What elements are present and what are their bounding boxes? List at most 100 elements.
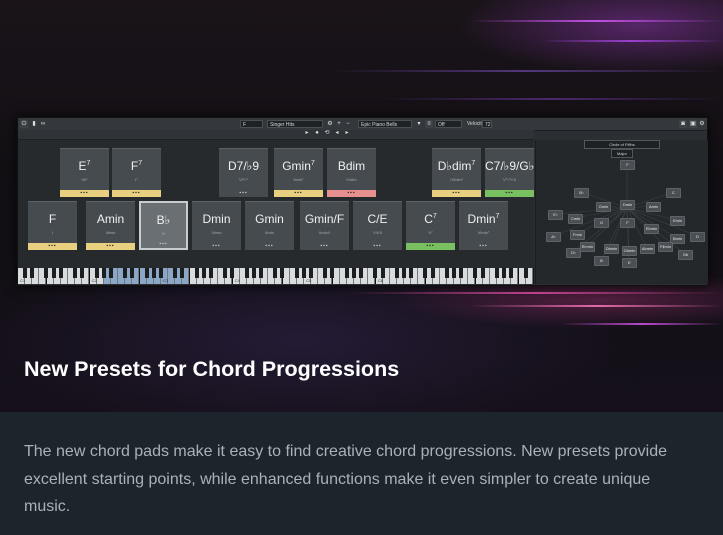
circle-chord-node[interactable]: B♭min	[580, 242, 595, 252]
circle-chord-node[interactable]: Cmin	[568, 214, 583, 224]
chord-pad[interactable]: B♭ IV ▪▪▪	[139, 201, 188, 250]
black-key[interactable]	[273, 268, 278, 278]
black-key[interactable]	[94, 268, 99, 278]
black-key[interactable]	[380, 268, 385, 278]
circle-chord-node[interactable]: B♭	[574, 188, 589, 198]
black-key[interactable]	[58, 268, 63, 278]
circle-chord-node[interactable]: E	[622, 258, 637, 268]
chord-pad[interactable]: C/E V/VII ▪▪▪	[353, 201, 402, 250]
dropdown-icon[interactable]: ▾	[415, 120, 423, 128]
gear-icon[interactable]: ⚙	[698, 120, 706, 128]
arrow-right-icon[interactable]: ▸	[343, 130, 351, 137]
circle-chord-node[interactable]: F	[620, 160, 635, 170]
black-key[interactable]	[430, 268, 435, 278]
chord-pad[interactable]: C7 V⁷ ▪▪▪	[406, 201, 455, 250]
minus-icon[interactable]: −	[344, 120, 352, 128]
black-key[interactable]	[173, 268, 178, 278]
camera-icon[interactable]: ◙	[679, 120, 687, 128]
black-key[interactable]	[244, 268, 249, 278]
black-key[interactable]	[359, 268, 364, 278]
chord-pad[interactable]: Gmin/F IImin/I ▪▪▪	[300, 201, 349, 250]
circle-chord-node[interactable]: A♭	[546, 232, 561, 242]
black-key[interactable]	[80, 268, 85, 278]
circle-chord-node[interactable]: Gmin	[596, 202, 611, 212]
circle-chord-node[interactable]: B	[594, 256, 609, 266]
settings-icon[interactable]: ⚙	[326, 120, 334, 128]
circle-chord-node[interactable]: Fmin	[570, 230, 585, 240]
black-key[interactable]	[351, 268, 356, 278]
black-key[interactable]	[423, 268, 428, 278]
bars-icon[interactable]: ▮	[30, 120, 38, 128]
preset-select[interactable]: Singer Hits	[267, 120, 323, 128]
circle-chord-node[interactable]: G	[594, 218, 609, 228]
black-key[interactable]	[373, 268, 378, 278]
black-key[interactable]	[323, 268, 328, 278]
black-key[interactable]	[123, 268, 128, 278]
chord-pad[interactable]: F I ▪▪▪	[28, 201, 77, 250]
power-icon[interactable]: ⏻	[20, 120, 28, 128]
circle-chord-node[interactable]: D	[690, 232, 705, 242]
circle-chord-node[interactable]: Dmin	[620, 200, 635, 210]
black-key[interactable]	[330, 268, 335, 278]
circle-chord-node[interactable]: Ebmin	[644, 224, 659, 234]
chord-pad[interactable]: Bdim IVdim ▪▪▪	[327, 148, 376, 197]
chord-pad[interactable]: E7 VII⁷ ▪▪▪	[60, 148, 109, 197]
black-key[interactable]	[294, 268, 299, 278]
chord-pad[interactable]: D7/♭9 VI⁷♭⁹ ▪▪▪	[219, 148, 268, 197]
chord-pad[interactable]: Gmin IImin ▪▪▪	[245, 201, 294, 250]
black-key[interactable]	[130, 268, 135, 278]
black-key[interactable]	[473, 268, 478, 278]
circle-chord-node[interactable]: Abmin	[640, 244, 655, 254]
circle-chord-node[interactable]: F♯min	[658, 242, 673, 252]
black-key[interactable]	[401, 268, 406, 278]
black-key[interactable]	[452, 268, 456, 278]
black-key[interactable]	[258, 268, 263, 278]
black-key[interactable]	[523, 268, 528, 278]
chord-pad[interactable]: Gmin7 IImin⁷ ▪▪▪	[274, 148, 323, 197]
black-key[interactable]	[409, 268, 414, 278]
black-key[interactable]	[23, 268, 27, 278]
chord-pad[interactable]: D♭dim7 ♭VIdim⁷ ▪▪▪	[432, 148, 481, 197]
adaptive-select[interactable]: Off	[435, 120, 462, 128]
black-key[interactable]	[394, 268, 399, 278]
black-key[interactable]	[280, 268, 285, 278]
black-key[interactable]	[51, 268, 56, 278]
black-key[interactable]	[502, 268, 507, 278]
black-key[interactable]	[158, 268, 163, 278]
plus-icon[interactable]: +	[335, 120, 343, 128]
record-icon[interactable]: ●	[313, 130, 321, 137]
black-key[interactable]	[459, 268, 464, 278]
chord-pad[interactable]: Dmin VImin ▪▪▪	[192, 201, 241, 250]
instrument-select[interactable]: Epic Piano Bells	[358, 120, 412, 128]
chord-pad[interactable]: F7 I⁷ ▪▪▪	[112, 148, 161, 197]
circle-chord-node[interactable]: Emin	[670, 216, 685, 226]
black-key[interactable]	[251, 268, 256, 278]
circle-chord-node[interactable]: D♭	[566, 248, 581, 258]
circle-chord-node[interactable]: Amin	[646, 202, 661, 212]
black-key[interactable]	[73, 268, 78, 278]
piano-keyboard[interactable]: C1 C2 C3 C4 C5 C6	[18, 268, 534, 284]
list-icon[interactable]: ≡	[425, 120, 433, 128]
chord-pad[interactable]: C7/♭9/G♭ V⁷♭⁹/♭II ▪▪▪	[485, 148, 534, 197]
black-key[interactable]	[108, 268, 113, 278]
black-key[interactable]	[101, 268, 106, 278]
black-key[interactable]	[344, 268, 349, 278]
black-key[interactable]	[194, 268, 199, 278]
black-key[interactable]	[480, 268, 485, 278]
circle-chord-node[interactable]: Gb	[678, 250, 693, 260]
black-key[interactable]	[180, 268, 185, 278]
chain-icon[interactable]: ∞	[39, 120, 47, 128]
black-key[interactable]	[223, 268, 228, 278]
circle-chord-node[interactable]: E♭	[548, 210, 563, 220]
black-key[interactable]	[230, 268, 235, 278]
key-select[interactable]: F	[240, 120, 263, 128]
velocity-value[interactable]: 72	[482, 120, 492, 128]
black-key[interactable]	[301, 268, 306, 278]
black-key[interactable]	[201, 268, 206, 278]
play-icon[interactable]: ▸	[303, 130, 311, 137]
black-key[interactable]	[309, 268, 313, 278]
chord-pad[interactable]: Dmin7 VImin⁷ ▪▪▪	[459, 201, 508, 250]
black-key[interactable]	[444, 268, 449, 278]
loop-icon[interactable]: ⟲	[323, 130, 331, 137]
circle-chord-node[interactable]: F	[620, 218, 635, 228]
